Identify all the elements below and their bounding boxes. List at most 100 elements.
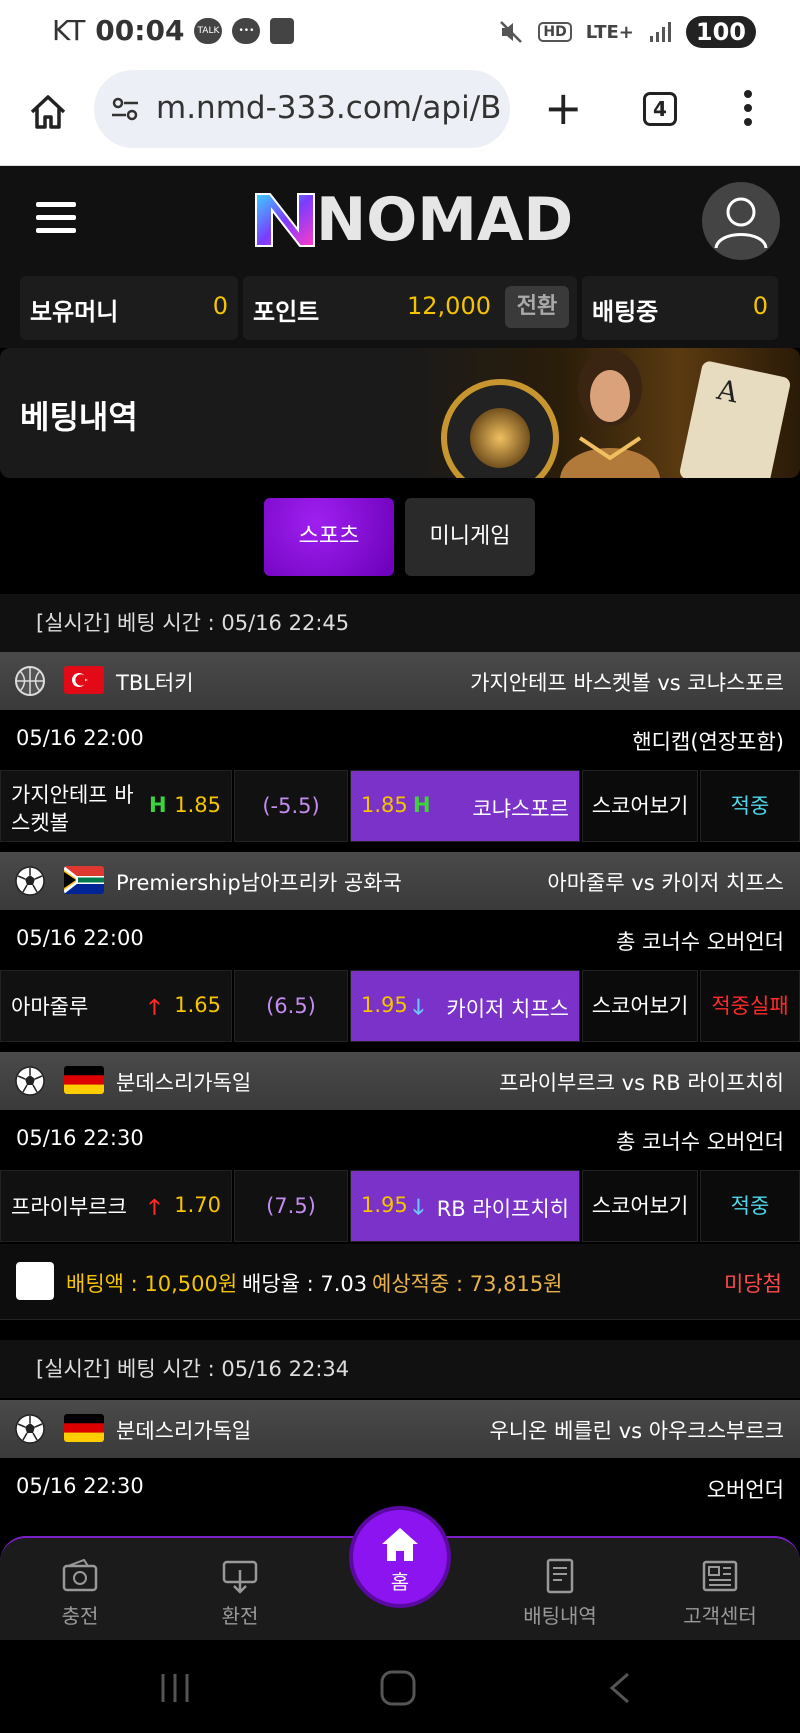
line-value: (6.5): [234, 970, 348, 1042]
points-label: 포인트: [253, 298, 320, 326]
turkey-flag-icon: [64, 666, 104, 694]
bet-status: 미당첨: [724, 1272, 782, 1296]
recent-apps-icon[interactable]: [155, 1670, 195, 1706]
handicap-indicator: H: [413, 793, 431, 817]
message-icon: •••: [232, 17, 261, 44]
south-africa-flag-icon: [64, 866, 104, 894]
expected-payout: 예상적중 : 73,815원: [372, 1272, 563, 1296]
away-odds: 1.95: [361, 1193, 408, 1217]
news-icon: [270, 17, 295, 44]
browser-toolbar: m.nmd-333.com/api/Bet + 4: [0, 70, 800, 166]
home-team: 프라이부르크: [11, 1195, 127, 1219]
nav-home-button[interactable]: 홈: [349, 1506, 451, 1608]
game-time: 05/16 22:30: [16, 1126, 144, 1150]
status-left: KT 00:04 TALK •••: [52, 14, 295, 47]
points-box: 포인트 12,000 전환: [243, 276, 577, 340]
clock: 00:04: [95, 14, 185, 47]
home-odds: 1.85: [174, 793, 221, 817]
nav-support-label: 고객센터: [683, 1604, 757, 1628]
score-button[interactable]: 스코어보기: [582, 1170, 698, 1242]
bet-time-header: [실시간] 베팅 시간 : 05/16 22:34: [0, 1340, 800, 1398]
score-button[interactable]: 스코어보기: [582, 970, 698, 1042]
odds-row: 프라이부르크 🡑 1.70 (7.5) 1.95 🡓 RB 라이프치히 스코어보…: [0, 1170, 800, 1242]
bet-time-header: [실시간] 베팅 시간 : 05/16 22:45: [0, 594, 800, 652]
market-type: 오버언더: [706, 1478, 784, 1502]
system-navigation: [0, 1640, 800, 1733]
money-box: 보유머니 0: [20, 276, 238, 340]
betting-label: 배팅중: [592, 298, 659, 326]
game-time: 05/16 22:00: [16, 726, 144, 750]
over-arrow-icon: 🡑: [149, 995, 160, 1019]
points-value: 12,000: [407, 292, 491, 320]
back-icon[interactable]: [602, 1670, 642, 1706]
hamburger-menu-icon[interactable]: [36, 202, 76, 236]
betting-value: 0: [752, 292, 768, 320]
away-odds: 1.95: [361, 993, 408, 1017]
away-pick-selected[interactable]: 1.95 🡓 RB 라이프치히: [350, 1170, 580, 1242]
basketball-icon: [15, 666, 45, 696]
newspaper-icon: [702, 1560, 738, 1592]
league-name: 분데스리가독일: [116, 1419, 252, 1443]
status-right: HD LTE+ 100: [498, 16, 756, 48]
bet-amount: 배팅액 : 10,500원: [66, 1272, 238, 1296]
wallet-icon: [62, 1558, 98, 1592]
game-time-row: 05/16 22:00 총 코너수 오버언더: [0, 910, 800, 968]
banner-casino-art: A: [441, 350, 791, 478]
page-banner: 베팅내역 A: [0, 348, 800, 478]
home-pick[interactable]: 가지안테프 바스켓볼 H 1.85: [0, 770, 232, 842]
under-arrow-icon: 🡓: [413, 1195, 424, 1219]
home-pick[interactable]: 프라이부르크 🡑 1.70: [0, 1170, 232, 1242]
home-odds: 1.70: [174, 1193, 221, 1217]
user-avatar[interactable]: [702, 182, 780, 260]
system-home-icon[interactable]: [378, 1670, 418, 1706]
match-name: 아마줄루 vs 카이저 치프스: [547, 871, 784, 895]
soccer-ball-icon: [15, 866, 45, 896]
tab-minigame[interactable]: 미니게임: [405, 498, 535, 576]
logo-mark-icon: [255, 193, 315, 247]
money-label: 보유머니: [30, 298, 119, 326]
away-pick-selected[interactable]: 1.95 🡓 카이저 치프스: [350, 970, 580, 1042]
site-settings-icon[interactable]: [110, 94, 140, 124]
under-arrow-icon: 🡓: [413, 995, 424, 1019]
nav-charge[interactable]: 충전: [20, 1556, 140, 1629]
convert-button[interactable]: 전환: [505, 286, 569, 328]
address-bar[interactable]: m.nmd-333.com/api/Bet: [94, 70, 510, 148]
app-header: NOMAD: [0, 166, 800, 272]
league-name: Premiership남아프리카 공화국: [116, 871, 402, 895]
new-tab-button[interactable]: +: [544, 85, 583, 131]
line-value: (-5.5): [234, 770, 348, 842]
nav-exchange[interactable]: 환전: [180, 1556, 300, 1629]
carrier: KT: [52, 14, 86, 47]
status-bar: KT 00:04 TALK ••• HD LTE+ 100: [0, 0, 800, 70]
bet-summary: 배팅액 : 10,500원 배당율 : 7.03 예상적중 : 73,815원 …: [0, 1244, 800, 1320]
url-text[interactable]: m.nmd-333.com/api/Bet: [156, 90, 502, 126]
germany-flag-icon: [64, 1414, 104, 1442]
logo-text: NOMAD: [316, 185, 574, 255]
user-icon: [714, 197, 768, 249]
hd-icon: HD: [538, 22, 572, 42]
game-time: 05/16 22:30: [16, 1474, 144, 1498]
tab-switcher-button[interactable]: 4: [643, 92, 677, 126]
page-title: 베팅내역: [20, 398, 138, 436]
browser-home-icon[interactable]: [28, 92, 68, 132]
away-odds: 1.85: [361, 793, 408, 817]
betting-box: 배팅중 0: [582, 276, 778, 340]
nav-history[interactable]: 배팅내역: [500, 1556, 620, 1629]
market-type: 총 코너수 오버언더: [616, 930, 784, 954]
league-row: TBL터키 가지안테프 바스켓볼 vs 코냐스포르: [0, 652, 800, 710]
nav-support[interactable]: 고객센터: [660, 1556, 780, 1629]
tab-sports[interactable]: 스포츠: [264, 498, 394, 576]
away-team: RB 라이프치히: [436, 1197, 569, 1221]
soccer-ball-icon: [15, 1414, 45, 1444]
result-badge: 적중실패: [700, 970, 800, 1042]
odds-rate: 배당율 : 7.03: [242, 1272, 368, 1296]
score-button[interactable]: 스코어보기: [582, 770, 698, 842]
nomad-logo[interactable]: NOMAD: [250, 185, 574, 255]
browser-menu-icon[interactable]: [744, 90, 754, 130]
home-pick[interactable]: 아마줄루 🡑 1.65: [0, 970, 232, 1042]
money-value: 0: [212, 292, 228, 320]
home-team: 아마줄루: [11, 995, 89, 1019]
balance-row: 보유머니 0 포인트 12,000 전환 배팅중 0: [0, 272, 800, 348]
away-pick-selected[interactable]: 1.85 H 코냐스포르: [350, 770, 580, 842]
select-checkbox[interactable]: [16, 1262, 54, 1300]
